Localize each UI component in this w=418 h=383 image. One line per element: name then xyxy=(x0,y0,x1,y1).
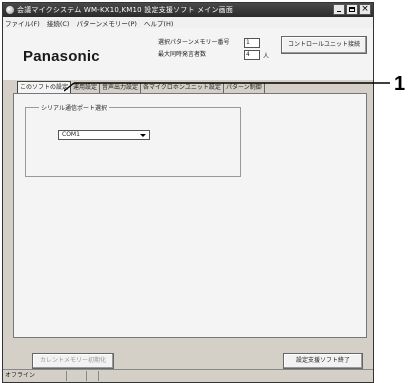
status-cell-4 xyxy=(99,371,373,381)
connection-status: オフライン xyxy=(3,371,67,381)
tab-pattern-control[interactable]: パターン制御 xyxy=(224,83,265,93)
menu-file[interactable]: ファイル(F) xyxy=(5,18,40,28)
serial-port-group-label: シリアル通信ポート選択 xyxy=(39,103,109,112)
menu-bar: ファイル(F) 接続(C) パターンメモリー(P) ヘルプ(H) xyxy=(3,17,373,28)
tab-audio-output-settings[interactable]: 音声出力設定 xyxy=(100,83,142,93)
window-controls: × xyxy=(333,4,371,15)
chevron-down-icon[interactable] xyxy=(140,134,146,137)
callout-number: 1 xyxy=(394,73,406,95)
pattern-memory-label: 選択パターンメモリー番号 xyxy=(158,39,230,46)
status-cell-3 xyxy=(87,371,99,381)
menu-pattern-memory[interactable]: パターンメモリー(P) xyxy=(76,18,136,28)
tab-bar: このソフトの設定 運用設定 音声出力設定 各マイクロホンユニット設定 パターン制… xyxy=(17,81,265,93)
connect-control-unit-button[interactable]: コントロールユニット接続 xyxy=(281,36,367,54)
max-speakers-value: 4 xyxy=(244,50,260,60)
title-bar[interactable]: 会議マイクシステム WM-KX10,KM10 設定支援ソフト メイン画面 × xyxy=(3,3,373,17)
status-cell-2 xyxy=(67,371,87,381)
pattern-memory-value: 1 xyxy=(244,38,260,48)
max-speakers-label: 最大同時発言者数 xyxy=(158,51,207,58)
menu-help[interactable]: ヘルプ(H) xyxy=(144,18,173,28)
close-button[interactable]: × xyxy=(359,4,371,15)
status-bar: オフライン xyxy=(3,369,373,382)
tab-operation-settings[interactable]: 運用設定 xyxy=(71,83,101,93)
window-title: 会議マイクシステム WM-KX10,KM10 設定支援ソフト メイン画面 xyxy=(17,6,234,14)
serial-port-select[interactable]: COM1 xyxy=(58,130,150,140)
menu-connect[interactable]: 接続(C) xyxy=(47,18,70,28)
panasonic-logo: Panasonic xyxy=(23,48,100,65)
main-window: 会議マイクシステム WM-KX10,KM10 設定支援ソフト メイン画面 × フ… xyxy=(2,2,374,383)
tab-software-settings[interactable]: このソフトの設定 xyxy=(17,81,72,93)
max-speakers-unit: 人 xyxy=(263,53,270,60)
serial-port-group xyxy=(25,107,241,177)
app-icon xyxy=(6,6,14,14)
reset-current-memory-button[interactable]: カレントメモリー初期化 xyxy=(32,353,114,369)
minimize-button[interactable] xyxy=(333,4,345,15)
header-panel: Panasonic 選択パターンメモリー番号 1 最大同時発言者数 4 人 コン… xyxy=(3,28,373,80)
exit-software-button[interactable]: 設定支援ソフト終了 xyxy=(283,353,363,369)
serial-port-selected-value: COM1 xyxy=(62,131,80,138)
tab-microphone-unit-settings[interactable]: 各マイクロホンユニット設定 xyxy=(141,83,224,93)
maximize-button[interactable] xyxy=(346,4,358,15)
